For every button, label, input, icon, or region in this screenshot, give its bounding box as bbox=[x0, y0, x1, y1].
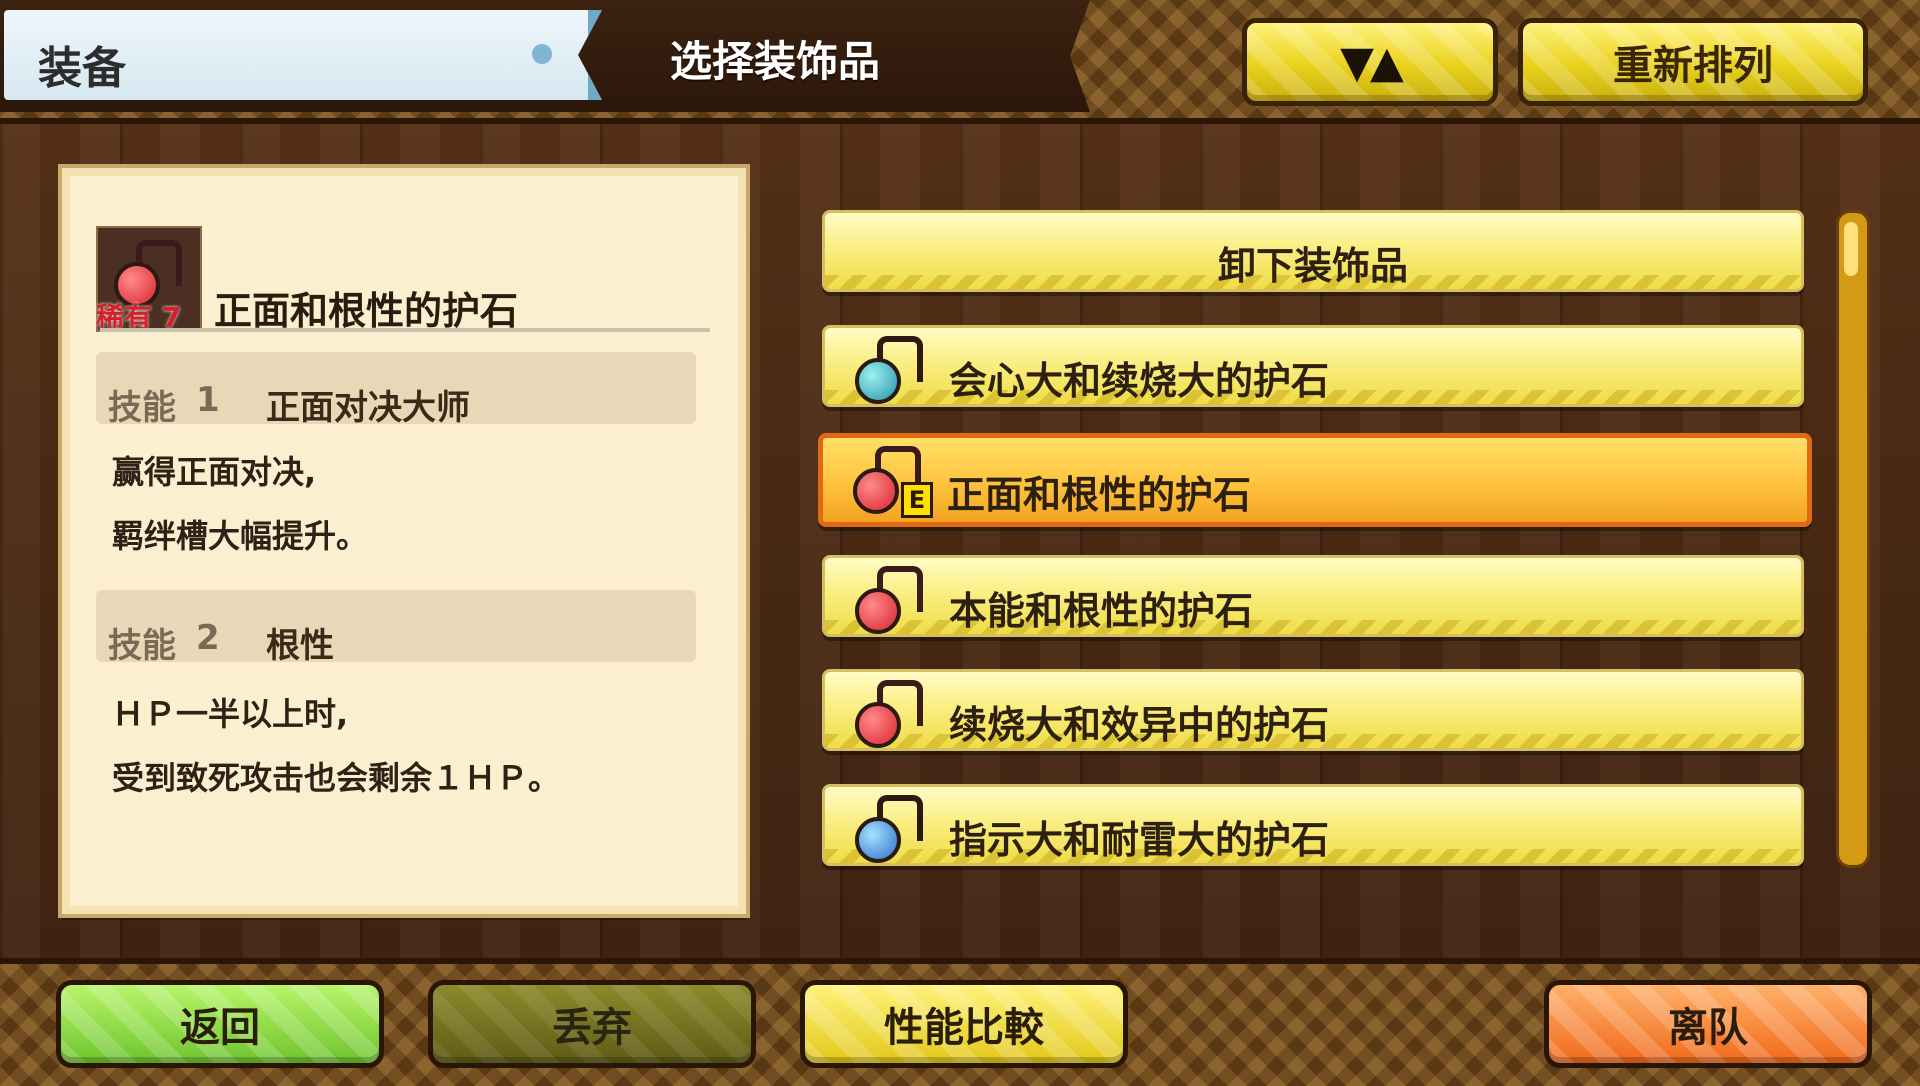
compare-button-label: 性能比較 bbox=[884, 1005, 1044, 1051]
page-title: 选择装饰品 bbox=[670, 37, 881, 86]
skill-tag: 技能 bbox=[108, 626, 176, 666]
skill-desc-line: ＨＰ一半以上时, bbox=[112, 695, 349, 733]
skill-1-description: 赢得正面对决, 羁绊槽大幅提升。 bbox=[112, 440, 368, 568]
item-name: 正面和根性的护石 bbox=[214, 289, 519, 333]
scrollbar[interactable] bbox=[1836, 210, 1870, 868]
charm-red-icon bbox=[855, 566, 923, 634]
list-item-selected[interactable]: E 正面和根性的护石 bbox=[818, 433, 1812, 527]
list-item-label: 本能和根性的护石 bbox=[949, 589, 1254, 633]
charm-graphic bbox=[114, 240, 182, 308]
skill-desc-line: 赢得正面对决, bbox=[112, 453, 317, 491]
detail-panel: 稀有 7 正面和根性的护石 技能 1 正面对决大师 赢得正面对决, 羁绊槽大幅提… bbox=[62, 168, 746, 914]
equipment-tab-label: 装备 bbox=[38, 43, 126, 94]
tab-toggle-icon bbox=[530, 32, 554, 78]
reorder-button[interactable]: 重新排列 bbox=[1518, 18, 1868, 106]
skill-tag: 技能 bbox=[108, 388, 176, 428]
list-item-label: 正面和根性的护石 bbox=[947, 473, 1252, 517]
divider bbox=[100, 328, 710, 332]
discard-button[interactable]: 丢弃 bbox=[428, 980, 756, 1068]
skill-number: 2 bbox=[196, 618, 220, 658]
sort-arrows-icon: ▼▲ bbox=[1340, 36, 1404, 88]
list-item-label: 指示大和耐雷大的护石 bbox=[949, 818, 1330, 862]
compare-button[interactable]: 性能比較 bbox=[800, 980, 1128, 1068]
back-button[interactable]: 返回 bbox=[56, 980, 384, 1068]
charm-blue-icon bbox=[855, 795, 923, 863]
list-item[interactable]: 指示大和耐雷大的护石 bbox=[822, 784, 1804, 866]
charm-red-icon bbox=[855, 680, 923, 748]
scrollbar-thumb[interactable] bbox=[1844, 222, 1858, 276]
discard-button-label: 丢弃 bbox=[552, 1005, 632, 1051]
list-item-label: 续烧大和效异中的护石 bbox=[949, 703, 1330, 747]
reorder-button-label: 重新排列 bbox=[1613, 43, 1773, 89]
skill-name: 正面对决大师 bbox=[266, 388, 470, 428]
equipment-tab[interactable]: 装备 bbox=[4, 10, 602, 100]
skill-desc-line: 受到致死攻击也会剩余１ＨＰ。 bbox=[112, 759, 561, 797]
skill-2-header: 技能 2 根性 bbox=[96, 590, 696, 666]
list-item[interactable]: 会心大和续烧大的护石 bbox=[822, 325, 1804, 407]
skill-number: 1 bbox=[196, 380, 220, 420]
skill-1-header: 技能 1 正面对决大师 bbox=[96, 352, 696, 428]
skill-desc-line: 羁绊槽大幅提升。 bbox=[112, 517, 369, 555]
list-item-label: 会心大和续烧大的护石 bbox=[949, 359, 1330, 403]
remove-decoration-label: 卸下装饰品 bbox=[1217, 244, 1408, 288]
list-item[interactable]: 续烧大和效异中的护石 bbox=[822, 669, 1804, 751]
leave-party-button-label: 离队 bbox=[1668, 1005, 1748, 1051]
charm-teal-icon bbox=[855, 336, 923, 404]
back-button-label: 返回 bbox=[180, 1005, 260, 1051]
skill-2-description: ＨＰ一半以上时, 受到致死攻击也会剩余１ＨＰ。 bbox=[112, 682, 560, 810]
remove-decoration-button[interactable]: 卸下装饰品 bbox=[822, 210, 1804, 292]
list-item[interactable]: 本能和根性的护石 bbox=[822, 555, 1804, 637]
sort-toggle-button[interactable]: ▼▲ bbox=[1242, 18, 1498, 106]
skill-name: 根性 bbox=[266, 626, 334, 666]
equipped-badge: E bbox=[901, 482, 933, 518]
leave-party-button[interactable]: 离队 bbox=[1544, 980, 1872, 1068]
